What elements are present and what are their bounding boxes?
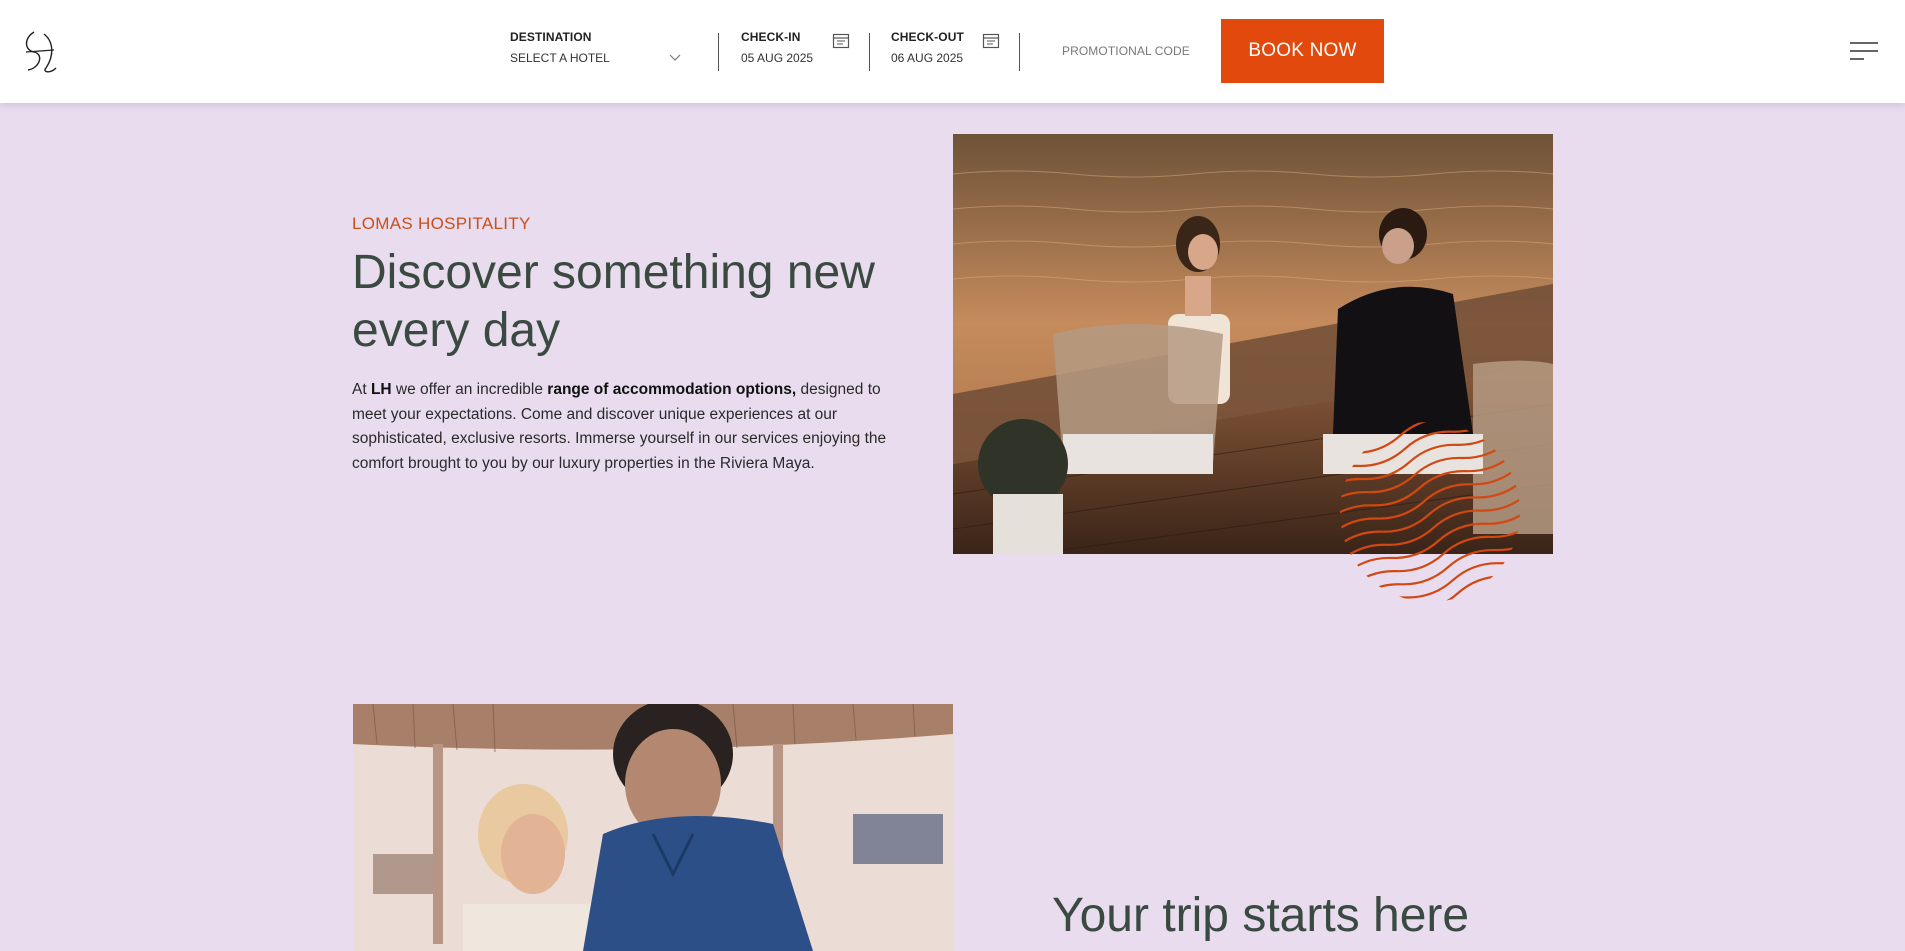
- destination-value: SELECT A HOTEL: [510, 51, 610, 65]
- promo-code-input[interactable]: PROMOTIONAL CODE: [1062, 44, 1190, 58]
- checkout-label: CHECK-OUT: [891, 30, 964, 44]
- book-now-button[interactable]: BOOK NOW: [1221, 19, 1384, 83]
- site-header: DESTINATION SELECT A HOTEL CHECK-IN 05 A…: [0, 0, 1905, 103]
- couple-restaurant-photo: [353, 704, 953, 951]
- hamburger-menu-icon[interactable]: [1848, 39, 1880, 63]
- checkin-value: 05 AUG 2025: [741, 51, 814, 65]
- calendar-icon[interactable]: [832, 32, 850, 50]
- logo-icon[interactable]: [20, 28, 60, 74]
- checkin-field[interactable]: CHECK-IN 05 AUG 2025: [741, 30, 813, 65]
- divider: [718, 33, 719, 71]
- divider: [1019, 33, 1020, 71]
- destination-select[interactable]: DESTINATION SELECT A HOTEL: [510, 30, 610, 65]
- divider: [869, 33, 870, 71]
- calendar-icon[interactable]: [982, 32, 1000, 50]
- intro-paragraph: At LH we offer an incredible range of ac…: [352, 381, 887, 472]
- page-title: Discover something new every day: [352, 246, 875, 357]
- trip-section-title: Your trip starts here: [1052, 889, 1470, 942]
- destination-label: DESTINATION: [510, 30, 592, 44]
- checkout-field[interactable]: CHECK-OUT 06 AUG 2025: [891, 30, 964, 65]
- checkout-value: 06 AUG 2025: [891, 51, 964, 65]
- checkin-label: CHECK-IN: [741, 30, 801, 44]
- section-eyebrow: LOMAS HOSPITALITY: [352, 214, 531, 233]
- decorative-waves-icon: [1340, 422, 1520, 602]
- chevron-down-icon[interactable]: [668, 52, 682, 62]
